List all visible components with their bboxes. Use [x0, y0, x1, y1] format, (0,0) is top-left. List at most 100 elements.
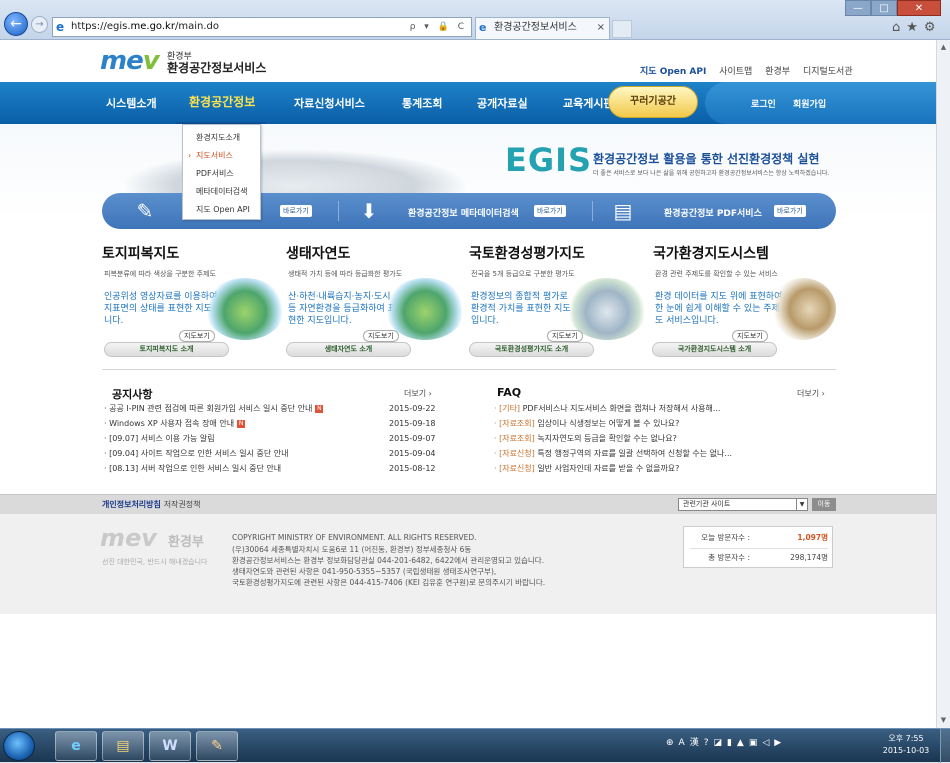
env-assessment-title[interactable]: 국토환경성평가지도 — [469, 243, 585, 263]
close-window-button[interactable]: ✕ — [897, 0, 941, 16]
signup-link[interactable]: 회원가입 — [793, 97, 826, 110]
notice-row[interactable]: · [09.07] 서비스 이용 가능 알림 2015-09-07 — [104, 431, 464, 446]
web-page: mev 환경부 환경공간정보서비스 지도 Open API 사이트맵 환경부 디… — [0, 40, 936, 728]
section-divider — [102, 369, 836, 370]
top-link-digital-library[interactable]: 디지털도서관 — [803, 67, 853, 77]
minimize-button[interactable]: — — [845, 0, 871, 16]
national-env-map-title[interactable]: 국가환경지도시스템 — [653, 243, 769, 263]
new-badge-icon: N — [237, 419, 246, 428]
notice-row[interactable]: · 공공 I-PIN 관련 점검에 따른 회원가입 서비스 일시 중단 안내 N 2… — [104, 401, 464, 416]
faq-row[interactable]: · [자료조회] 녹지자연도의 등급을 확인할 수는 없나요? — [494, 431, 834, 446]
go-button[interactable]: 이동 — [812, 498, 836, 511]
env-assessment-subtitle: 전국을 5개 등급으로 구분한 평가도 — [471, 270, 575, 278]
national-env-map-subtitle: 환경 관련 주제도를 확인할 수 있는 서비스 — [655, 270, 778, 278]
dropdown-item-pdf-service[interactable]: PDF서비스 — [183, 165, 262, 183]
dropdown-item-map-intro[interactable]: 환경지도소개 — [183, 129, 262, 147]
forward-button[interactable]: → — [31, 16, 48, 33]
home-favorites-tools-icons[interactable]: ⌂★⚙ — [892, 20, 948, 36]
quick-map-service-button[interactable]: 바로가기 — [280, 205, 312, 217]
nav-data-request[interactable]: 자료신청서비스 — [294, 95, 365, 111]
landcover-subtitle: 피복분류에 따라 색상을 구분한 주제도 — [104, 270, 216, 278]
landcover-intro-button[interactable]: 토지피복지도 소개 — [104, 342, 229, 357]
address-bar[interactable]: e https://egis.me.go.kr/main.do ρ ▾ 🔒 C — [52, 17, 472, 37]
ecology-subtitle: 생태적 가치 등에 따라 등급화한 평가도 — [288, 270, 403, 278]
faq-more-link[interactable]: 더보기 › — [797, 388, 825, 399]
banner-subtext: 더 좋은 서비스로 보다 나은 삶을 위해 공헌하고자 환경공간정보서비스는 항… — [593, 170, 830, 177]
scroll-up-icon[interactable]: ▲ — [939, 43, 948, 51]
quick-pdf-button[interactable]: 바로가기 — [774, 205, 806, 217]
window-controls: — □ ✕ — [845, 0, 947, 16]
landcover-view-button[interactable]: 지도보기 — [179, 330, 215, 342]
start-button[interactable] — [3, 731, 35, 761]
dropdown-item-metadata-search[interactable]: 메타데이터검색 — [183, 183, 262, 201]
total-visitors-label: 총 방문자수 : — [708, 553, 750, 562]
address-url[interactable]: https://egis.me.go.kr/main.do — [71, 18, 219, 36]
login-link[interactable]: 로그인 — [751, 97, 776, 110]
privacy-policy-link[interactable]: 개인정보처리방침 저작권정책 — [102, 499, 201, 510]
faq-row[interactable]: · [기타] PDF서비스나 지도서비스 화면을 캡쳐나 저장해서 사용해... — [494, 401, 834, 416]
egis-wordmark: EGIS — [505, 141, 593, 179]
nav-system-intro[interactable]: 시스템소개 — [106, 95, 157, 111]
nav-env-spatial-info[interactable]: 환경공간정보 — [189, 93, 255, 110]
related-sites-select[interactable]: 관련기관 사이트 ▼ — [678, 498, 808, 511]
env-assessment-view-button[interactable]: 지도보기 — [547, 330, 583, 342]
maximize-button[interactable]: □ — [871, 0, 897, 16]
dropdown-item-map-service[interactable]: 지도서비스 — [183, 147, 262, 165]
nav-public-data[interactable]: 공개자료실 — [477, 95, 528, 111]
faq-row[interactable]: · [자료신청] 특정 행정구역의 자료를 일괄 선택하여 신청할 수는 없나.… — [494, 446, 834, 461]
today-visitors: 1,097명 — [797, 533, 828, 542]
footer: mev 환경부 선진 대한민국, 반드시 해내겠습니다 COPYRIGHT MI… — [0, 514, 936, 614]
footer-assessment-contact: 국토환경성평가지도에 관련된 사항은 044-415-7406 (KEI 김유훈… — [232, 578, 546, 587]
national-env-map-view-button[interactable]: 지도보기 — [732, 330, 768, 342]
nav-account-area: 로그인 회원가입 — [705, 82, 936, 124]
nav-dropdown-menu: 환경지도소개 지도서비스 PDF서비스 메타데이터검색 지도 Open API — [182, 124, 261, 220]
show-desktop-button[interactable] — [940, 729, 950, 763]
ecology-view-button[interactable]: 지도보기 — [363, 330, 399, 342]
top-link-ministry[interactable]: 환경부 — [765, 67, 790, 77]
total-visitors: 298,174명 — [790, 553, 828, 562]
site-header: mev 환경부 환경공간정보서비스 지도 Open API 사이트맵 환경부 디… — [0, 40, 936, 82]
system-tray-icons[interactable]: ⊕A漢?◪▮▲▣◁▶ — [666, 735, 876, 757]
national-env-map-intro-button[interactable]: 국가환경지도시스템 소개 — [652, 342, 777, 357]
copyright-policy-link[interactable]: 저작권정책 — [164, 500, 201, 509]
site-logo[interactable]: mev — [100, 48, 160, 74]
new-tab-button[interactable] — [612, 20, 632, 38]
taskbar-ie-icon[interactable]: e — [55, 731, 97, 761]
taskbar-explorer-icon[interactable]: ▤ — [102, 731, 144, 761]
taskbar-paint-icon[interactable]: ✎ — [196, 731, 238, 761]
taskbar-clock[interactable]: 오후 7:55 2015-10-03 — [876, 733, 936, 761]
landcover-illustration — [205, 278, 285, 340]
landcover-title[interactable]: 토지피복지도 — [102, 243, 179, 263]
tab-close-icon[interactable]: × — [597, 18, 605, 38]
top-link-sitemap[interactable]: 사이트맵 — [719, 67, 752, 77]
browser-tab[interactable]: e 환경공간정보서비스 × — [475, 17, 610, 39]
faq-row[interactable]: · [자료신청] 일반 사업자인데 자료를 받을 수 없을까요? — [494, 461, 834, 476]
quick-metadata-button[interactable]: 바로가기 — [534, 205, 566, 217]
tab-ie-icon: e — [479, 21, 487, 34]
nav-education-board[interactable]: 교육게시판 — [563, 95, 614, 111]
download-icon: ⬇ — [360, 199, 378, 223]
env-assessment-intro-button[interactable]: 국토환경성평가지도 소개 — [469, 342, 594, 357]
dropdown-item-open-api[interactable]: 지도 Open API — [183, 201, 262, 219]
notices-more-link[interactable]: 더보기 › — [404, 388, 432, 399]
env-assessment-description: 환경정보의 종합적 평가로 환경적 가치를 표현한 지도입니다. — [471, 292, 571, 326]
nav-statistics[interactable]: 통계조회 — [402, 95, 442, 111]
notice-row[interactable]: · Windows XP 사용자 접속 장애 안내 N 2015-09-18 — [104, 416, 464, 431]
faq-row[interactable]: · [자료조회] 임상이나 식생정보는 어떻게 볼 수 있나요? — [494, 416, 834, 431]
chevron-down-icon: ▼ — [796, 499, 807, 510]
kids-space-button[interactable]: 꾸러기공간 — [608, 86, 698, 118]
footer-ministry: 환경부 — [168, 535, 204, 550]
clock-date: 2015-10-03 — [882, 746, 930, 755]
notices-title: 공지사항 — [112, 388, 153, 401]
back-button[interactable]: ← — [4, 12, 28, 36]
notice-row[interactable]: · [09.04] 사이트 작업으로 인한 서비스 일시 중단 안내 2015-0… — [104, 446, 464, 461]
ecology-intro-button[interactable]: 생태자연도 소개 — [286, 342, 411, 357]
scroll-down-icon[interactable]: ▼ — [939, 716, 948, 724]
address-controls[interactable]: ρ ▾ 🔒 C — [410, 18, 467, 36]
notice-row[interactable]: · [08.13] 서버 작업으로 인한 서비스 일시 중단 안내 2015-08… — [104, 461, 464, 476]
ecology-title[interactable]: 생태자연도 — [286, 243, 350, 263]
new-badge-icon: N — [315, 404, 324, 413]
top-link-open-api[interactable]: 지도 Open API — [640, 67, 706, 77]
vertical-scrollbar[interactable]: ▲ ▼ — [936, 40, 950, 728]
taskbar-word-icon[interactable]: W — [149, 731, 191, 761]
